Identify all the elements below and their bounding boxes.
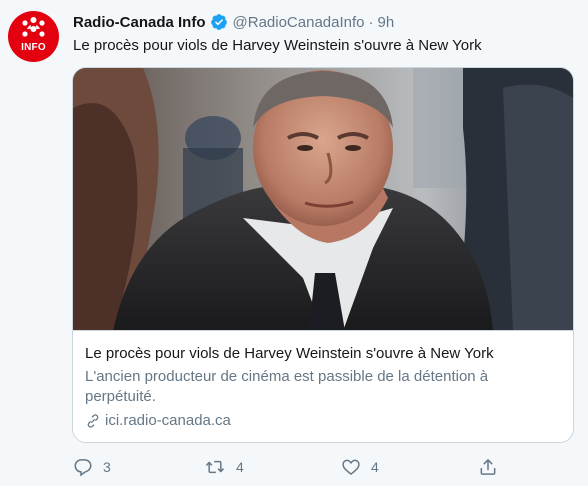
like-button[interactable]: 4 <box>341 457 379 477</box>
radio-canada-logo-icon <box>22 17 45 37</box>
card-image[interactable] <box>73 68 573 331</box>
separator-dot: · <box>368 13 374 31</box>
like-count: 4 <box>371 459 379 475</box>
reply-icon <box>74 459 92 477</box>
link-card[interactable]: Le procès pour viols de Harvey Weinstein… <box>72 67 574 443</box>
avatar-label: INFO <box>21 42 46 53</box>
retweet-count: 4 <box>236 459 244 475</box>
heart-icon <box>342 459 360 476</box>
account-name[interactable]: Radio-Canada Info <box>73 14 206 31</box>
tweet[interactable]: INFO Radio-Canada Info @RadioCanadaInfo … <box>0 0 588 486</box>
share-button[interactable] <box>478 457 498 477</box>
card-body[interactable]: Le procès pour viols de Harvey Weinstein… <box>85 344 561 431</box>
tweet-timestamp[interactable]: 9h <box>378 14 395 31</box>
retweet-button[interactable]: 4 <box>204 457 244 477</box>
card-description: L'ancien producteur de cinéma est passib… <box>85 368 489 405</box>
link-icon <box>87 414 99 428</box>
share-icon <box>480 459 496 475</box>
tweet-actions: 3 4 4 <box>73 455 503 479</box>
article-photo <box>73 68 573 330</box>
card-title: Le procès pour viols de Harvey Weinstein… <box>85 345 494 362</box>
card-domain-text: ici.radio-canada.ca <box>105 412 231 429</box>
account-handle[interactable]: @RadioCanadaInfo <box>233 14 365 31</box>
retweet-icon <box>205 460 225 474</box>
avatar[interactable]: INFO <box>8 11 59 62</box>
card-domain: ici.radio-canada.ca <box>85 411 561 431</box>
reply-button[interactable]: 3 <box>73 457 111 477</box>
tweet-header: Radio-Canada Info @RadioCanadaInfo · 9h <box>73 11 394 33</box>
verified-badge-icon <box>210 14 227 30</box>
reply-count: 3 <box>103 459 111 475</box>
tweet-text: Le procès pour viols de Harvey Weinstein… <box>73 37 482 54</box>
